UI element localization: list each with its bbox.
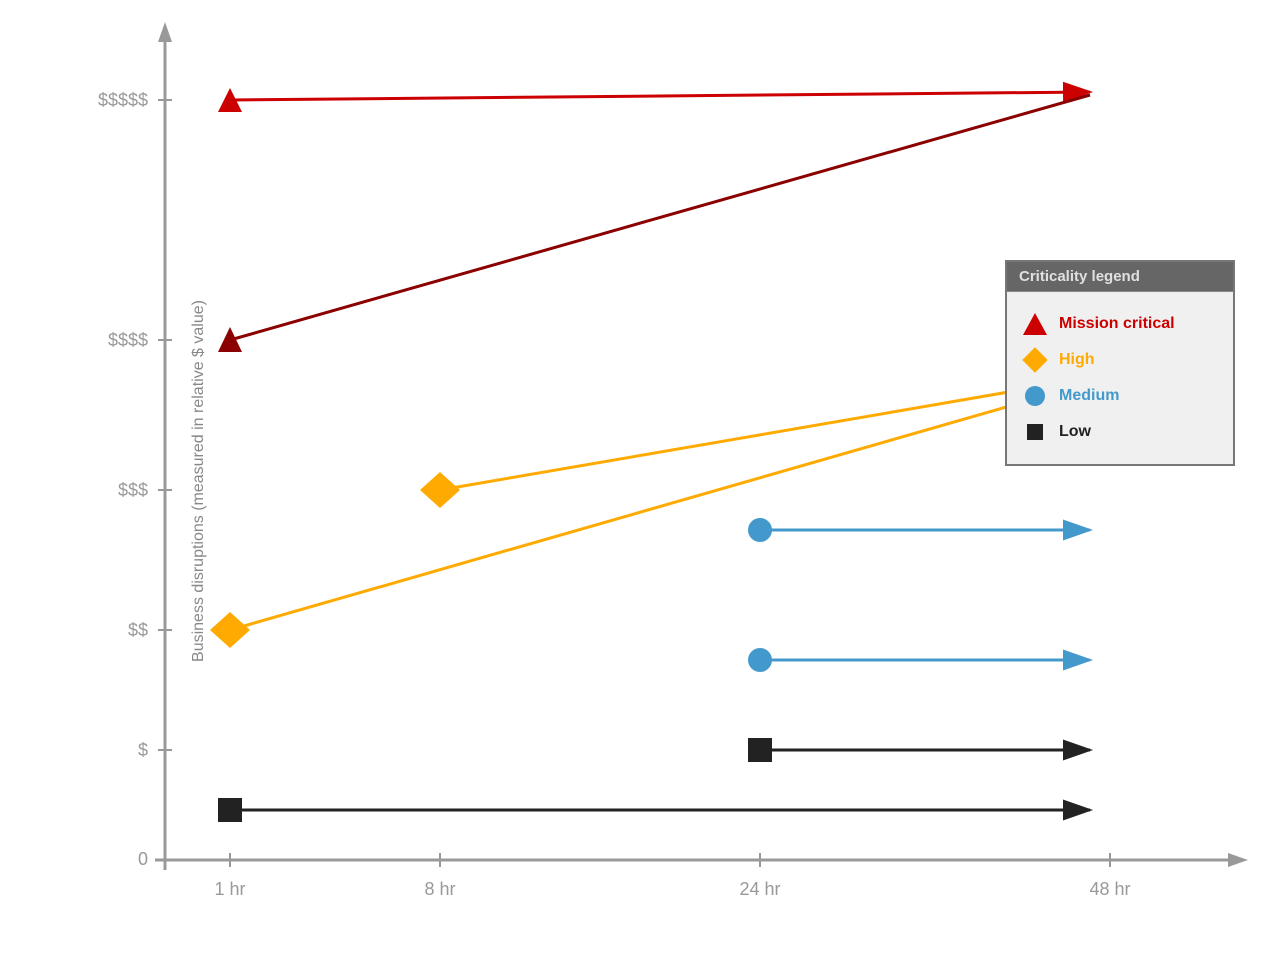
svg-text:8 hr: 8 hr <box>424 879 455 899</box>
legend-symbol-medium <box>1021 382 1049 410</box>
svg-text:48 hr: 48 hr <box>1089 879 1130 899</box>
svg-text:$$$$: $$$$ <box>108 330 148 350</box>
svg-text:$$$: $$$ <box>118 480 148 500</box>
svg-text:0: 0 <box>138 849 148 869</box>
legend-symbol-high <box>1021 346 1049 374</box>
legend-item-low: Low <box>1021 418 1219 446</box>
square-icon <box>1027 424 1043 440</box>
circle-icon <box>1025 386 1045 406</box>
legend-item-medium: Medium <box>1021 382 1219 410</box>
svg-text:$$$$$: $$$$$ <box>98 90 148 110</box>
legend-title: Criticality legend <box>1007 262 1233 292</box>
chart-container: Business disruptions (measured in relati… <box>0 0 1275 961</box>
legend-symbol-mission-critical <box>1021 310 1049 338</box>
legend-symbol-low <box>1021 418 1049 446</box>
legend-label-medium: Medium <box>1059 387 1119 405</box>
legend-label-high: High <box>1059 351 1095 369</box>
svg-text:24 hr: 24 hr <box>739 879 780 899</box>
svg-text:$: $ <box>138 740 148 760</box>
legend-label-low: Low <box>1059 423 1091 441</box>
triangle-icon <box>1023 313 1047 335</box>
legend-item-high: High <box>1021 346 1219 374</box>
legend-label-mission-critical: Mission critical <box>1059 315 1175 333</box>
svg-text:1 hr: 1 hr <box>214 879 245 899</box>
diamond-icon <box>1022 347 1047 372</box>
main-chart: 0 $ $$ $$$ $$$$ $$$$$ 1 hr 8 hr 24 hr 48… <box>0 0 1275 961</box>
legend-body: Mission critical High Medium Low <box>1007 292 1233 464</box>
legend-box: Criticality legend Mission critical High… <box>1005 260 1235 466</box>
legend-item-mission-critical: Mission critical <box>1021 310 1219 338</box>
svg-text:$$: $$ <box>128 620 148 640</box>
